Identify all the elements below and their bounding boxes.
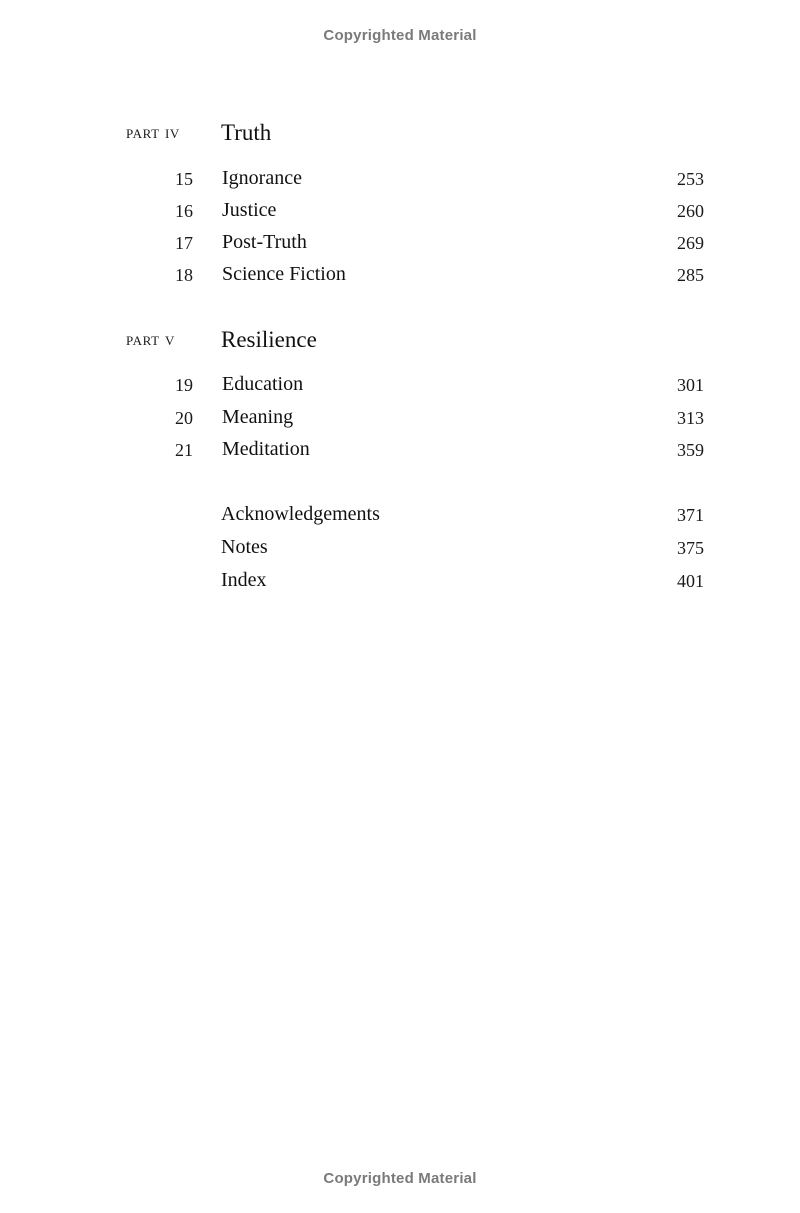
chapter-title: Science Fiction [222, 263, 346, 285]
chapter-number: 19 [175, 375, 193, 395]
copyright-watermark-top: Copyrighted Material [323, 27, 477, 44]
page-number: 401 [677, 571, 704, 591]
page-number: 359 [677, 440, 704, 460]
copyright-watermark-bottom: Copyrighted Material [323, 1170, 477, 1187]
page-number: 253 [677, 169, 704, 189]
page-number: 375 [677, 538, 704, 558]
toc-entry-back-matter[interactable]: Index 401 [0, 569, 800, 595]
chapter-number: 21 [175, 440, 193, 460]
chapter-title: Justice [222, 199, 277, 221]
toc-entry-back-matter[interactable]: Acknowledgements 371 [0, 503, 800, 529]
chapter-title: Post-Truth [222, 231, 307, 253]
chapter-number: 20 [175, 408, 193, 428]
chapter-title: Ignorance [222, 167, 302, 189]
toc-entry-back-matter[interactable]: Notes 375 [0, 536, 800, 562]
part-heading: PART V Resilience [0, 325, 800, 355]
part-label: PART V [126, 329, 175, 350]
toc-entry[interactable]: 21 Meditation 359 [0, 438, 800, 464]
page-number: 285 [677, 265, 704, 285]
toc-entry[interactable]: 20 Meaning 313 [0, 406, 800, 432]
toc-entry[interactable]: 19 Education 301 [0, 373, 800, 399]
chapter-title: Education [222, 373, 304, 395]
page-number: 313 [677, 408, 704, 428]
toc-entry[interactable]: 15 Ignorance 253 [0, 167, 800, 193]
part-label: PART IV [126, 122, 180, 143]
page-number: 260 [677, 201, 704, 221]
toc-entry[interactable]: 16 Justice 260 [0, 199, 800, 225]
part-heading: PART IV Truth [0, 118, 800, 148]
page-number: 269 [677, 233, 704, 253]
chapter-number: 18 [175, 265, 193, 285]
chapter-number: 17 [175, 233, 193, 253]
part-title: Truth [221, 120, 272, 145]
back-matter-title: Index [221, 569, 267, 591]
back-matter-title: Acknowledgements [221, 503, 380, 525]
toc-entry[interactable]: 17 Post-Truth 269 [0, 231, 800, 257]
chapter-title: Meditation [222, 438, 310, 460]
page-number: 301 [677, 375, 704, 395]
chapter-number: 16 [175, 201, 193, 221]
back-matter-title: Notes [221, 536, 268, 558]
chapter-number: 15 [175, 169, 193, 189]
page-number: 371 [677, 505, 704, 525]
toc-entry[interactable]: 18 Science Fiction 285 [0, 263, 800, 289]
part-title: Resilience [221, 327, 317, 352]
chapter-title: Meaning [222, 406, 294, 428]
